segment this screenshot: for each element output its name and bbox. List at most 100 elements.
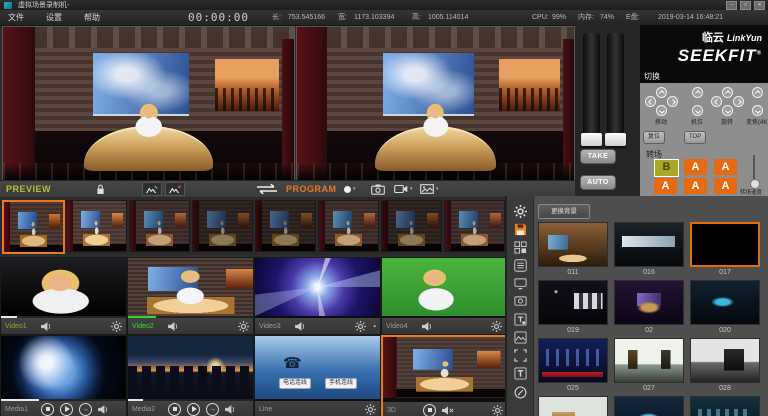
transition-key-a2[interactable]: A: [714, 159, 737, 175]
video4-thumbnail[interactable]: [382, 258, 506, 316]
volume-icon[interactable]: [41, 322, 52, 331]
strip-scene-thumb[interactable]: [255, 200, 316, 252]
settings-gear-icon[interactable]: [492, 405, 503, 416]
rotate-left-button[interactable]: [711, 96, 722, 107]
settings-gear-icon[interactable]: [238, 321, 249, 332]
stop-button[interactable]: [423, 404, 436, 416]
scene-thumb-027[interactable]: 027: [614, 338, 684, 394]
tbar-paddle-left[interactable]: [583, 33, 600, 133]
line-thumbnail[interactable]: ☎ 电话连线 手机连线: [255, 336, 380, 399]
menu-settings[interactable]: 设置: [40, 10, 68, 25]
strip-scene-thumb[interactable]: [192, 200, 253, 252]
auto-button[interactable]: AUTO: [580, 175, 616, 190]
virtual-camera-icon[interactable]: [513, 294, 528, 308]
volume-muted-icon[interactable]: [442, 406, 454, 415]
save-icon[interactable]: [513, 222, 528, 236]
scene-thumb-028[interactable]: 028: [690, 338, 760, 394]
play-button[interactable]: [60, 403, 73, 416]
frame-icon[interactable]: [513, 348, 528, 362]
scene-thumb-011[interactable]: 011: [538, 222, 608, 278]
scene-thumb-016[interactable]: 016: [614, 222, 684, 278]
strip-scene-thumb[interactable]: [381, 200, 442, 252]
zoom-in-button[interactable]: [752, 87, 763, 98]
scene-thumb-020[interactable]: 020: [690, 280, 760, 336]
strip-scene-thumb[interactable]: [318, 200, 379, 252]
scene-thumb-017[interactable]: 017: [690, 222, 760, 278]
scene-edit-icon[interactable]: [142, 183, 162, 195]
annotate-pen-icon[interactable]: [513, 385, 528, 399]
strip-scene-thumb[interactable]: [2, 200, 65, 254]
swap-preview-program-icon[interactable]: [254, 183, 280, 195]
settings-gear-icon[interactable]: [491, 321, 502, 332]
menu-help[interactable]: 帮助: [78, 10, 106, 25]
dropdown-icon[interactable]: ▴: [373, 323, 376, 329]
transition-key-a1[interactable]: A: [684, 159, 707, 175]
next-button[interactable]: →: [79, 403, 92, 416]
rotate-up-button[interactable]: [722, 87, 733, 98]
program-monitor[interactable]: [296, 26, 575, 181]
transition-key-a3[interactable]: A: [654, 178, 677, 194]
preview-monitor[interactable]: [2, 26, 295, 181]
playlist-icon[interactable]: [513, 258, 528, 272]
move-right-button[interactable]: [667, 96, 678, 107]
settings-gear-icon[interactable]: [355, 321, 366, 332]
scene-thumb-025[interactable]: 025: [538, 338, 608, 394]
scene-thumb[interactable]: [614, 396, 684, 416]
play-button[interactable]: [187, 403, 200, 416]
scene-edit-add-icon[interactable]: [165, 183, 185, 195]
rotate-down-button[interactable]: [722, 105, 733, 116]
volume-icon[interactable]: [295, 322, 306, 331]
settings-gear-icon[interactable]: [111, 321, 122, 332]
subtitle-icon[interactable]: [513, 312, 528, 326]
background-image-icon[interactable]: [513, 330, 528, 344]
maximize-button[interactable]: □: [740, 1, 751, 10]
stream-camera-icon[interactable]: ▾: [394, 183, 413, 195]
scene-thumb-02[interactable]: 02: [614, 280, 684, 336]
position-up-button[interactable]: [692, 87, 703, 98]
video3-thumbnail[interactable]: [255, 258, 380, 316]
transition-speed-slider[interactable]: [753, 155, 755, 185]
media2-thumbnail[interactable]: [128, 336, 253, 399]
volume-icon[interactable]: [225, 405, 236, 414]
scene-group-icon[interactable]: [513, 240, 528, 254]
strip-scene-thumb[interactable]: [444, 200, 505, 252]
tbar-paddle-right[interactable]: [607, 33, 624, 133]
stop-button[interactable]: [168, 403, 181, 416]
volume-icon[interactable]: [168, 322, 179, 331]
position-down-button[interactable]: [692, 105, 703, 116]
reset-button[interactable]: 复位: [643, 131, 665, 144]
minimize-button[interactable]: ─: [726, 1, 737, 10]
take-button[interactable]: TAKE: [580, 149, 616, 164]
volume-icon[interactable]: [422, 322, 433, 331]
strip-scene-thumb[interactable]: [66, 200, 127, 252]
stop-button[interactable]: [41, 403, 54, 416]
record-icon[interactable]: ▾: [344, 183, 356, 195]
move-down-button[interactable]: [656, 105, 667, 116]
close-button[interactable]: ✕: [754, 1, 765, 10]
scene3d-thumbnail[interactable]: [383, 337, 507, 398]
settings-gear-icon[interactable]: [365, 404, 376, 415]
rotate-right-button[interactable]: [733, 96, 744, 107]
volume-icon[interactable]: [98, 405, 109, 414]
scene-thumb-019[interactable]: 019: [538, 280, 608, 336]
settings-gear-icon[interactable]: [513, 204, 528, 218]
menu-file[interactable]: 文件: [2, 10, 30, 25]
image-output-icon[interactable]: ▾: [420, 183, 439, 195]
zoom-out-button[interactable]: [752, 105, 763, 116]
media1-thumbnail[interactable]: [1, 336, 126, 399]
video2-thumbnail[interactable]: [128, 258, 253, 316]
scene-thumb[interactable]: [690, 396, 760, 416]
lock-icon[interactable]: [96, 183, 105, 195]
next-button[interactable]: →: [206, 403, 219, 416]
move-up-button[interactable]: [656, 87, 667, 98]
top-button[interactable]: TOP: [684, 131, 706, 144]
transition-key-b[interactable]: B: [654, 159, 679, 177]
change-background-button[interactable]: 更换背景: [538, 204, 590, 219]
text-icon[interactable]: [513, 366, 528, 380]
move-left-button[interactable]: [645, 96, 656, 107]
strip-scene-thumb[interactable]: [129, 200, 190, 252]
monitor-icon[interactable]: [513, 276, 528, 290]
scene-thumb[interactable]: [538, 396, 608, 416]
snapshot-camera-icon[interactable]: [371, 183, 385, 195]
transition-key-a4[interactable]: A: [684, 178, 707, 194]
